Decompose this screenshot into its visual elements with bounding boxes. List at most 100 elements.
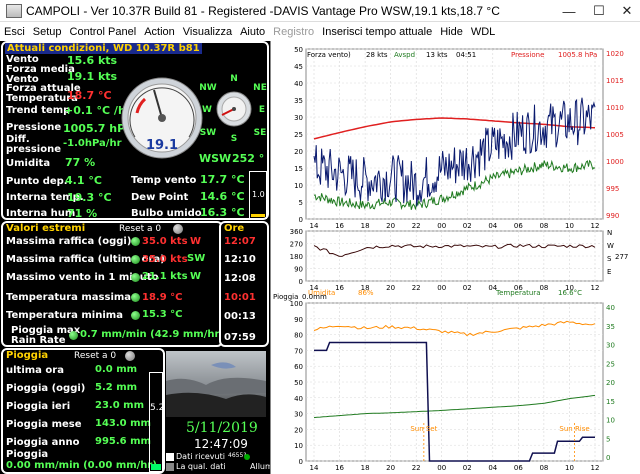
y-tick-left-2-3: 70 bbox=[294, 347, 303, 355]
extreme-value-4: 15.3 °C bbox=[142, 309, 183, 320]
y-tick-right-0-2: 1010 bbox=[606, 104, 624, 112]
y-label-right-1-3: E bbox=[607, 268, 611, 276]
menu-hide[interactable]: Hide bbox=[436, 26, 467, 38]
menu-aiuto[interactable]: Aiuto bbox=[236, 26, 269, 38]
webcam-image[interactable] bbox=[166, 351, 266, 417]
x-tick-2-7: 04 bbox=[488, 464, 497, 472]
x-tick-1-3: 20 bbox=[386, 284, 395, 292]
legend-0-2: Avspd bbox=[394, 51, 415, 59]
pressione-label: Pressione bbox=[6, 122, 62, 133]
umidita-label: Umidita bbox=[6, 158, 51, 169]
y-label-right-1-1: W bbox=[607, 242, 614, 250]
menu-esci[interactable]: Esci bbox=[0, 26, 29, 38]
punto-dep-value: 4.1 °C bbox=[65, 174, 102, 187]
y-tick-left-0-4: 30 bbox=[294, 114, 303, 122]
y-tick-right-2-8: 0 bbox=[606, 454, 610, 462]
x-tick-1-1: 16 bbox=[335, 284, 344, 292]
legend-0-1: 28 kts bbox=[366, 51, 388, 59]
gauge-value-text: 19.1 bbox=[146, 138, 178, 153]
time-3: 10:01 bbox=[224, 292, 256, 303]
qual-dati-label: La qual. dati bbox=[176, 462, 226, 471]
rain-max-indicator bbox=[69, 331, 78, 340]
y-tick-right-2-7: 5 bbox=[606, 435, 610, 443]
y-tick-right-0-1: 1015 bbox=[606, 77, 624, 85]
dati-ricevuti-indicator bbox=[166, 453, 174, 461]
y-tick-right-2-1: 35 bbox=[606, 323, 615, 331]
dew-point-label: Dew Point bbox=[131, 192, 189, 203]
y-tick-right-0-3: 1005 bbox=[606, 131, 624, 139]
webcam-date: 5/11/2019 bbox=[186, 420, 258, 436]
extremes-reset-button[interactable] bbox=[173, 224, 183, 234]
time-1: 12:10 bbox=[224, 254, 256, 265]
compass-e: E bbox=[259, 105, 265, 115]
rain-label-4: Pioggia anno bbox=[6, 437, 80, 448]
close-button[interactable]: ✕ bbox=[612, 0, 640, 22]
x-tick-2-10: 10 bbox=[565, 464, 574, 472]
current-conditions-header: Attuali condizioni, WD 10.37R b81 bbox=[5, 43, 202, 54]
rain-value-1: 5.2 mm bbox=[95, 382, 138, 393]
extreme-value-3: 18.9 °C bbox=[142, 292, 183, 303]
menu-visualizza[interactable]: Visualizza bbox=[179, 26, 236, 38]
app-icon bbox=[6, 3, 22, 18]
current-conditions-panel: Attuali condizioni, WD 10.37R b81 Vento … bbox=[1, 41, 269, 220]
x-tick-2-11: 12 bbox=[591, 464, 600, 472]
bulbo-umido-label: Bulbo umido bbox=[131, 208, 202, 219]
y-tick-left-1-0: 360 bbox=[290, 228, 303, 236]
y-tick-right-2-5: 15 bbox=[606, 398, 615, 406]
y-tick-left-0-8: 10 bbox=[294, 182, 303, 190]
menu-wdl[interactable]: WDL bbox=[467, 26, 499, 38]
x-tick-1-11: 12 bbox=[591, 284, 600, 292]
x-tick-0-11: 12 bbox=[591, 222, 600, 230]
y-tick-left-2-1: 90 bbox=[294, 316, 303, 324]
extreme-indicator-4 bbox=[131, 311, 140, 320]
left-pane: Attuali condizioni, WD 10.37R b81 Vento … bbox=[0, 41, 273, 474]
rain-label-0: ultima ora bbox=[6, 365, 64, 376]
compass-se: SE bbox=[254, 128, 267, 138]
x-tick-2-0: 14 bbox=[310, 464, 319, 472]
wind-deg-value: 252 ° bbox=[232, 152, 265, 165]
annotation-sun-set: Sun Set bbox=[410, 425, 437, 433]
compass-n: N bbox=[230, 74, 238, 84]
time-0: 12:07 bbox=[224, 236, 256, 247]
annotation-sun-rise: Sun Rise bbox=[559, 425, 589, 433]
menu-registro: Registro bbox=[273, 26, 315, 38]
interna-hum-value: 71 % bbox=[67, 207, 98, 220]
x-tick-0-3: 20 bbox=[386, 222, 395, 230]
y-tick-left-0-2: 40 bbox=[294, 80, 303, 88]
allum-indicator bbox=[244, 454, 250, 460]
extremes-reset-label: Reset a 0 bbox=[119, 224, 162, 234]
x-tick-0-9: 08 bbox=[539, 222, 548, 230]
temp-vento-value: 17.7 °C bbox=[200, 173, 245, 186]
y-tick-right-0-6: 990 bbox=[606, 212, 619, 220]
extreme-label-1: Massima raffica (ultima ora) bbox=[6, 254, 165, 265]
legend-0-0: Forza vento) bbox=[307, 51, 351, 59]
x-tick-0-8: 06 bbox=[514, 222, 523, 230]
y-tick-left-0-9: 5 bbox=[299, 199, 303, 207]
rain-header: Pioggia bbox=[6, 350, 49, 361]
legend-2-1: 0.0mm bbox=[302, 293, 327, 301]
legend-0-3: 13 kts bbox=[426, 51, 448, 59]
rain-rate-label: Pioggia bbox=[6, 449, 49, 460]
menu-setup[interactable]: Setup bbox=[29, 26, 66, 38]
extreme-value-0: 35.0 kts bbox=[142, 236, 188, 247]
rain-reset-button[interactable] bbox=[125, 351, 135, 361]
menu-action[interactable]: Action bbox=[140, 26, 179, 38]
x-tick-2-5: 00 bbox=[437, 464, 446, 472]
maximize-button[interactable]: ☐ bbox=[584, 0, 614, 22]
y-tick-left-2-9: 10 bbox=[294, 442, 303, 450]
compass-ne: NE bbox=[253, 83, 267, 93]
x-tick-1-9: 08 bbox=[539, 284, 548, 292]
minimize-button[interactable]: — bbox=[554, 0, 584, 22]
rain-max-value: 0.7 mm/min (42.9 mm/hr) bbox=[80, 329, 224, 340]
menu-control-panel[interactable]: Control Panel bbox=[66, 26, 141, 38]
menu-inserisci-tempo[interactable]: Inserisci tempo attuale bbox=[318, 26, 436, 38]
y-tick-left-0-3: 35 bbox=[294, 97, 303, 105]
x-tick-0-0: 14 bbox=[310, 222, 319, 230]
rain-rate-value: 0.00 mm/min (0.00 mm/hr) bbox=[6, 460, 157, 471]
y-tick-left-0-1: 45 bbox=[294, 63, 303, 71]
y-tick-left-1-2: 180 bbox=[290, 253, 303, 261]
x-tick-0-10: 10 bbox=[565, 222, 574, 230]
y-tick-right-2-6: 10 bbox=[606, 417, 615, 425]
legend-1-1: 86% bbox=[358, 289, 374, 297]
dati-ricevuti-label: Dati ricevuti bbox=[176, 452, 225, 461]
